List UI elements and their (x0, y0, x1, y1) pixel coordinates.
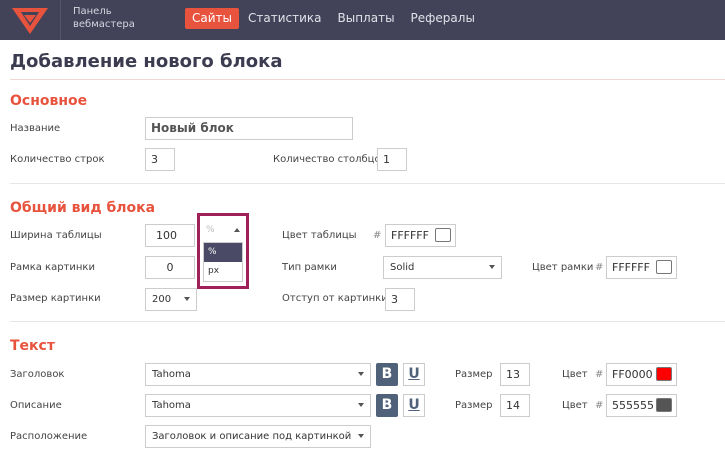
section-divider-2 (10, 321, 725, 322)
frame-color-label: Цвет рамки (532, 262, 594, 273)
heading-color-hash: # (595, 369, 604, 380)
table-color-label: Цвет таблицы (282, 230, 357, 241)
brand-line-2: вебмастера (73, 19, 135, 30)
heading-color-input[interactable]: FF0000 (606, 363, 677, 386)
heading-size-input[interactable]: 13 (500, 363, 530, 386)
chevron-down-icon (358, 372, 364, 376)
width-input[interactable]: 100 (145, 224, 195, 247)
table-color-swatch[interactable] (435, 228, 451, 242)
img-offset-label: Отступ от картинки (282, 293, 388, 304)
heading-color-swatch[interactable] (656, 367, 672, 381)
unit-dropdown[interactable]: % (203, 221, 243, 239)
desc-font-value: Tahoma (152, 400, 191, 411)
heading-color-label: Цвет (562, 369, 588, 380)
frame-color-value: FFFFFF (612, 261, 650, 274)
chevron-down-icon (358, 434, 364, 438)
img-size-label: Размер картинки (10, 293, 101, 304)
frame-type-label: Тип рамки (282, 262, 337, 273)
name-label: Название (10, 123, 61, 134)
rows-input[interactable]: 3 (145, 148, 175, 171)
heading-font-select[interactable]: Tahoma (145, 363, 371, 386)
frame-color-input[interactable]: FFFFFF (606, 256, 677, 279)
page-title: Добавление нового блока (10, 51, 283, 72)
title-divider (10, 79, 725, 80)
desc-color-value: 555555 (612, 399, 654, 412)
img-frame-input[interactable]: 0 (145, 256, 195, 279)
img-size-select[interactable]: 200 (145, 288, 197, 311)
desc-font-select[interactable]: Tahoma (145, 394, 371, 417)
table-color-value: FFFFFF (391, 229, 429, 242)
heading-bold-button[interactable]: B (376, 363, 398, 386)
section-view-title: Общий вид блока (10, 200, 156, 216)
desc-color-input[interactable]: 555555 (606, 394, 677, 417)
frame-color-swatch[interactable] (656, 260, 672, 274)
logo-icon[interactable] (12, 6, 48, 34)
section-divider-1 (10, 183, 725, 184)
desc-size-label: Размер (455, 400, 493, 411)
desc-color-hash: # (595, 400, 604, 411)
chevron-up-icon (234, 228, 240, 232)
desc-label: Описание (10, 400, 62, 411)
cols-label: Количество столбцов (273, 154, 387, 165)
img-offset-input[interactable]: 3 (385, 288, 415, 311)
section-basic-title: Основное (10, 93, 88, 109)
layout-select[interactable]: Заголовок и описание под картинкой (145, 425, 371, 448)
name-input[interactable]: Новый блок (145, 117, 353, 140)
nav-referrals[interactable]: Рефералы (404, 8, 482, 29)
heading-color-value: FF0000 (612, 368, 653, 381)
unit-dropdown-value: % (206, 225, 215, 235)
desc-underline-button[interactable]: U (403, 394, 425, 417)
brand-divider (60, 0, 61, 40)
frame-type-select[interactable]: Solid (383, 256, 502, 279)
chevron-down-icon (358, 403, 364, 407)
cols-input[interactable]: 1 (377, 148, 407, 171)
table-color-hash: # (373, 230, 382, 241)
nav-sites[interactable]: Сайты (185, 8, 239, 29)
brand-line-1: Панель (73, 6, 112, 17)
section-text-title: Текст (10, 338, 55, 354)
main-nav: Сайты Статистика Выплаты Рефералы (185, 8, 484, 29)
chevron-down-icon (184, 297, 190, 301)
frame-type-value: Solid (390, 262, 415, 273)
nav-payouts[interactable]: Выплаты (331, 8, 402, 29)
layout-value: Заголовок и описание под картинкой (152, 431, 352, 442)
unit-options-list: % px (203, 242, 243, 282)
frame-color-hash: # (595, 262, 604, 273)
img-frame-label: Рамка картинки (10, 262, 95, 273)
desc-color-swatch[interactable] (656, 398, 672, 412)
heading-label: Заголовок (10, 369, 65, 380)
heading-size-label: Размер (455, 369, 493, 380)
heading-underline-button[interactable]: U (403, 363, 425, 386)
table-color-input[interactable]: FFFFFF (385, 224, 456, 247)
img-size-value: 200 (152, 294, 172, 305)
rows-label: Количество строк (10, 154, 105, 165)
unit-dropdown-highlight: % % px (197, 213, 249, 289)
layout-label: Расположение (10, 431, 88, 442)
desc-color-label: Цвет (562, 400, 588, 411)
unit-option-px[interactable]: px (204, 262, 242, 281)
desc-bold-button[interactable]: B (376, 394, 398, 417)
heading-font-value: Tahoma (152, 369, 191, 380)
nav-statistics[interactable]: Статистика (241, 8, 329, 29)
unit-option-percent[interactable]: % (204, 243, 242, 262)
top-bar: Панель вебмастера Сайты Статистика Выпла… (0, 0, 725, 40)
chevron-down-icon (489, 265, 495, 269)
desc-size-input[interactable]: 14 (500, 394, 530, 417)
width-label: Ширина таблицы (10, 230, 102, 241)
brand-title: Панель вебмастера (73, 5, 135, 31)
